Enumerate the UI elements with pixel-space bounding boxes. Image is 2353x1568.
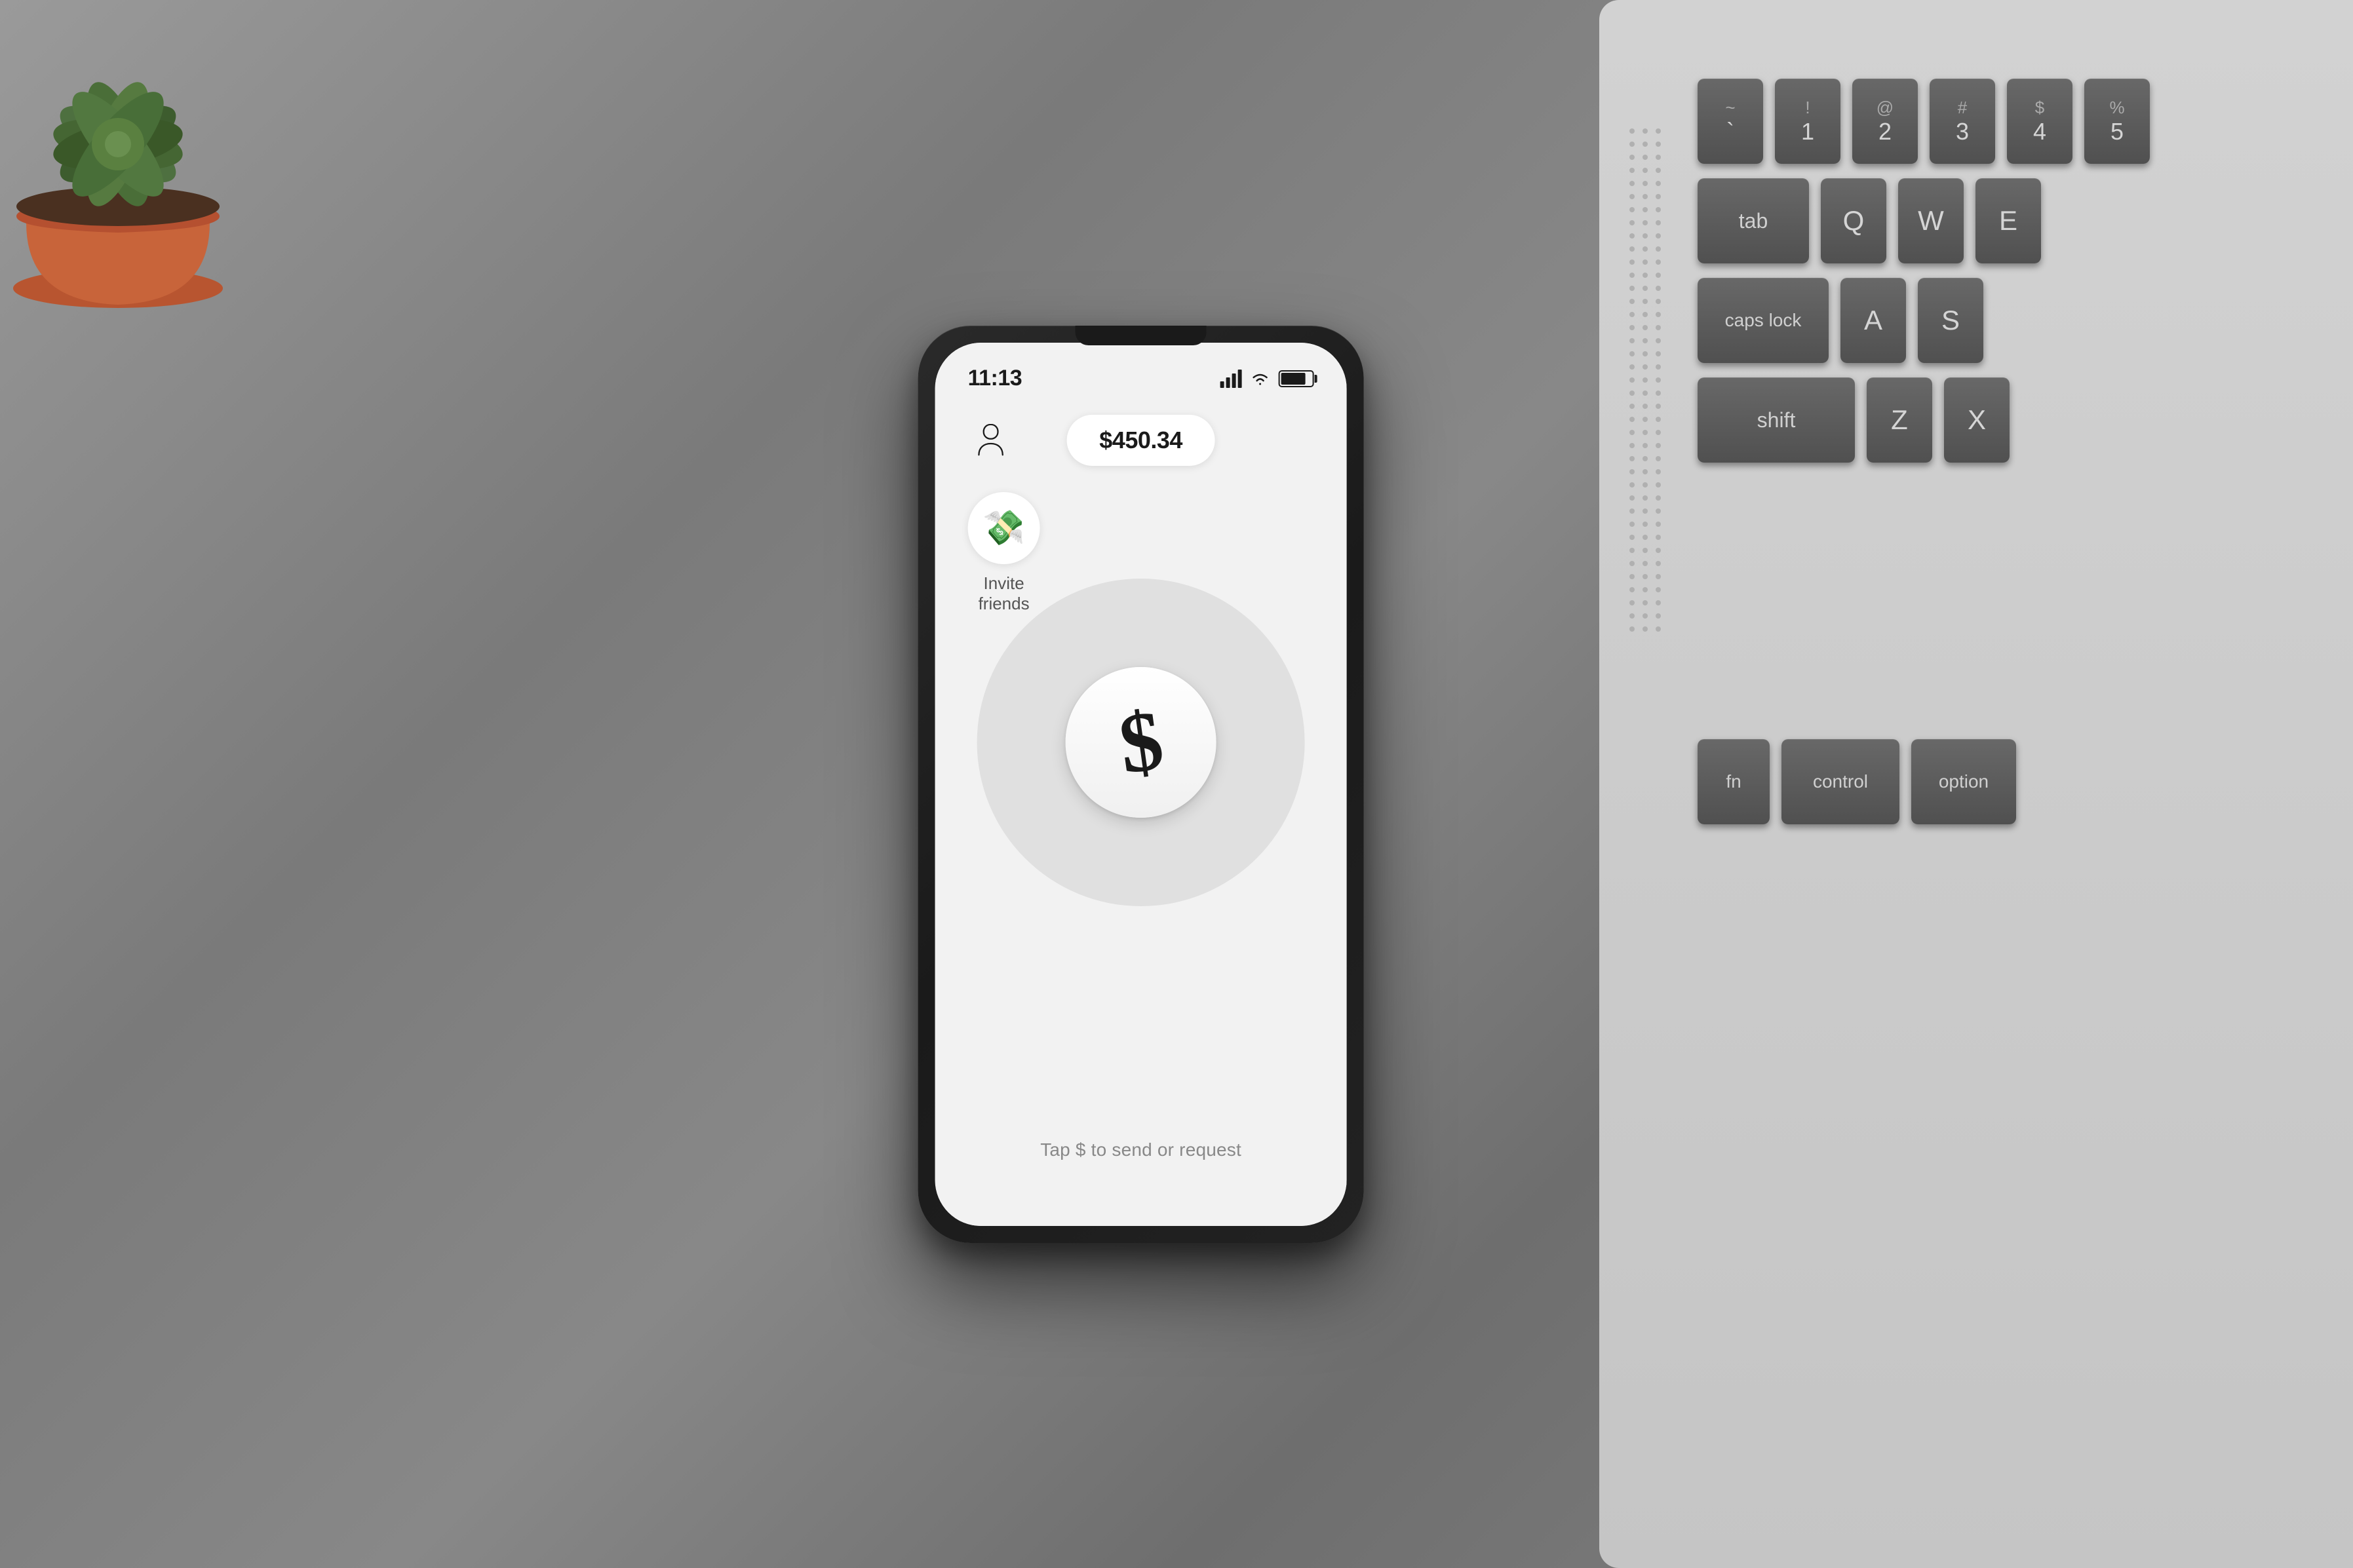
shift-row: shift Z X [1698, 377, 2320, 463]
key-q[interactable]: Q [1821, 178, 1886, 263]
key-x[interactable]: X [1944, 377, 2010, 463]
invite-emoji: 💸 [982, 508, 1025, 548]
dollar-sign: $ [1114, 697, 1167, 788]
phone-screen: 11:13 [935, 343, 1347, 1226]
key-3[interactable]: # 3 [1930, 79, 1995, 164]
key-5[interactable]: % 5 [2084, 79, 2150, 164]
app-content: $450.34 💸 Invite friends $ [935, 395, 1347, 1226]
balance-amount: $450.34 [1099, 427, 1182, 453]
phone: 11:13 [918, 326, 1364, 1243]
phone-outer-shell: 11:13 [918, 326, 1364, 1243]
key-option[interactable]: option [1911, 739, 2016, 824]
invite-label: Invite friends [968, 573, 1040, 614]
qwerty-row: tab Q W E [1698, 178, 2320, 263]
app-header: $450.34 [935, 395, 1347, 479]
key-tilde[interactable]: ~ ` [1698, 79, 1763, 164]
key-control[interactable]: control [1781, 739, 1899, 824]
invite-avatar[interactable]: 💸 [968, 492, 1040, 564]
key-caps-lock[interactable]: caps lock [1698, 278, 1829, 363]
plant-decoration [0, 0, 341, 328]
signal-icon [1220, 370, 1242, 388]
key-shift[interactable]: shift [1698, 377, 1855, 463]
dollar-button[interactable]: $ [1066, 667, 1216, 818]
battery-icon [1279, 370, 1314, 387]
key-fn[interactable]: fn [1698, 739, 1770, 824]
status-bar: 11:13 [935, 343, 1347, 395]
key-s[interactable]: S [1918, 278, 1983, 363]
fn-row: fn control option [1698, 739, 2320, 824]
key-w[interactable]: W [1898, 178, 1964, 263]
option-key-label: option [1939, 771, 1989, 792]
keyboard-area: ~ ` ! 1 @ 2 # 3 $ 4 % 5 [1678, 52, 2340, 1494]
key-a[interactable]: A [1840, 278, 1906, 363]
number-row: ~ ` ! 1 @ 2 # 3 $ 4 % 5 [1698, 79, 2320, 164]
key-1[interactable]: ! 1 [1775, 79, 1840, 164]
phone-notch [1076, 326, 1207, 345]
balance-display: $450.34 [1066, 415, 1215, 466]
key-2[interactable]: @ 2 [1852, 79, 1918, 164]
hint-text: Tap $ to send or request [935, 1139, 1347, 1160]
caps-row: caps lock A S [1698, 278, 2320, 363]
key-z[interactable]: Z [1867, 377, 1932, 463]
main-circle-area: $ [977, 579, 1305, 906]
key-tab[interactable]: tab [1698, 178, 1809, 263]
key-e[interactable]: E [1975, 178, 2041, 263]
wifi-icon [1250, 371, 1271, 387]
laptop: for(let r=0; r<40; r++) { for(let c=0; c… [1599, 0, 2353, 1568]
speaker-grille: for(let r=0; r<40; r++) { for(let c=0; c… [1625, 118, 1665, 642]
status-time: 11:13 [968, 366, 1022, 391]
status-icons [1220, 370, 1314, 388]
profile-button[interactable] [968, 417, 1014, 463]
key-4[interactable]: $ 4 [2007, 79, 2072, 164]
